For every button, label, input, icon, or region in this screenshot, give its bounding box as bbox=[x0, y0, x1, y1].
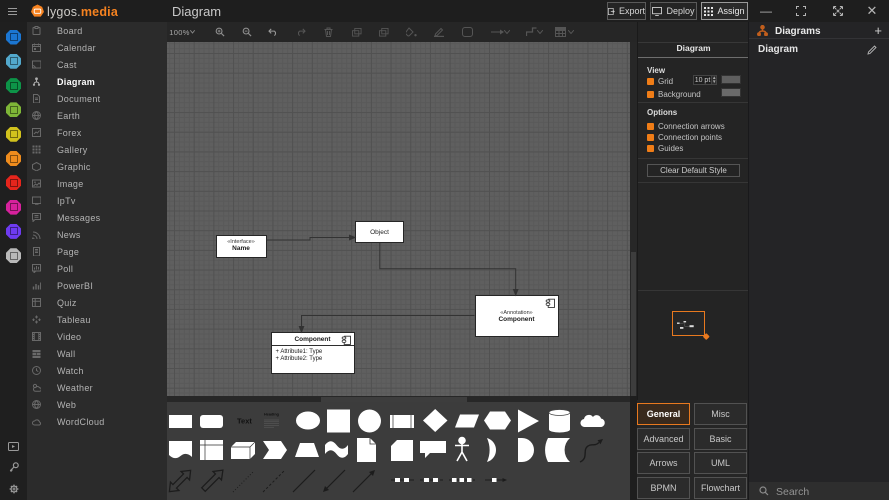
svg-text:Heading: Heading bbox=[264, 413, 280, 417]
svg-text:Text: Text bbox=[237, 417, 252, 426]
